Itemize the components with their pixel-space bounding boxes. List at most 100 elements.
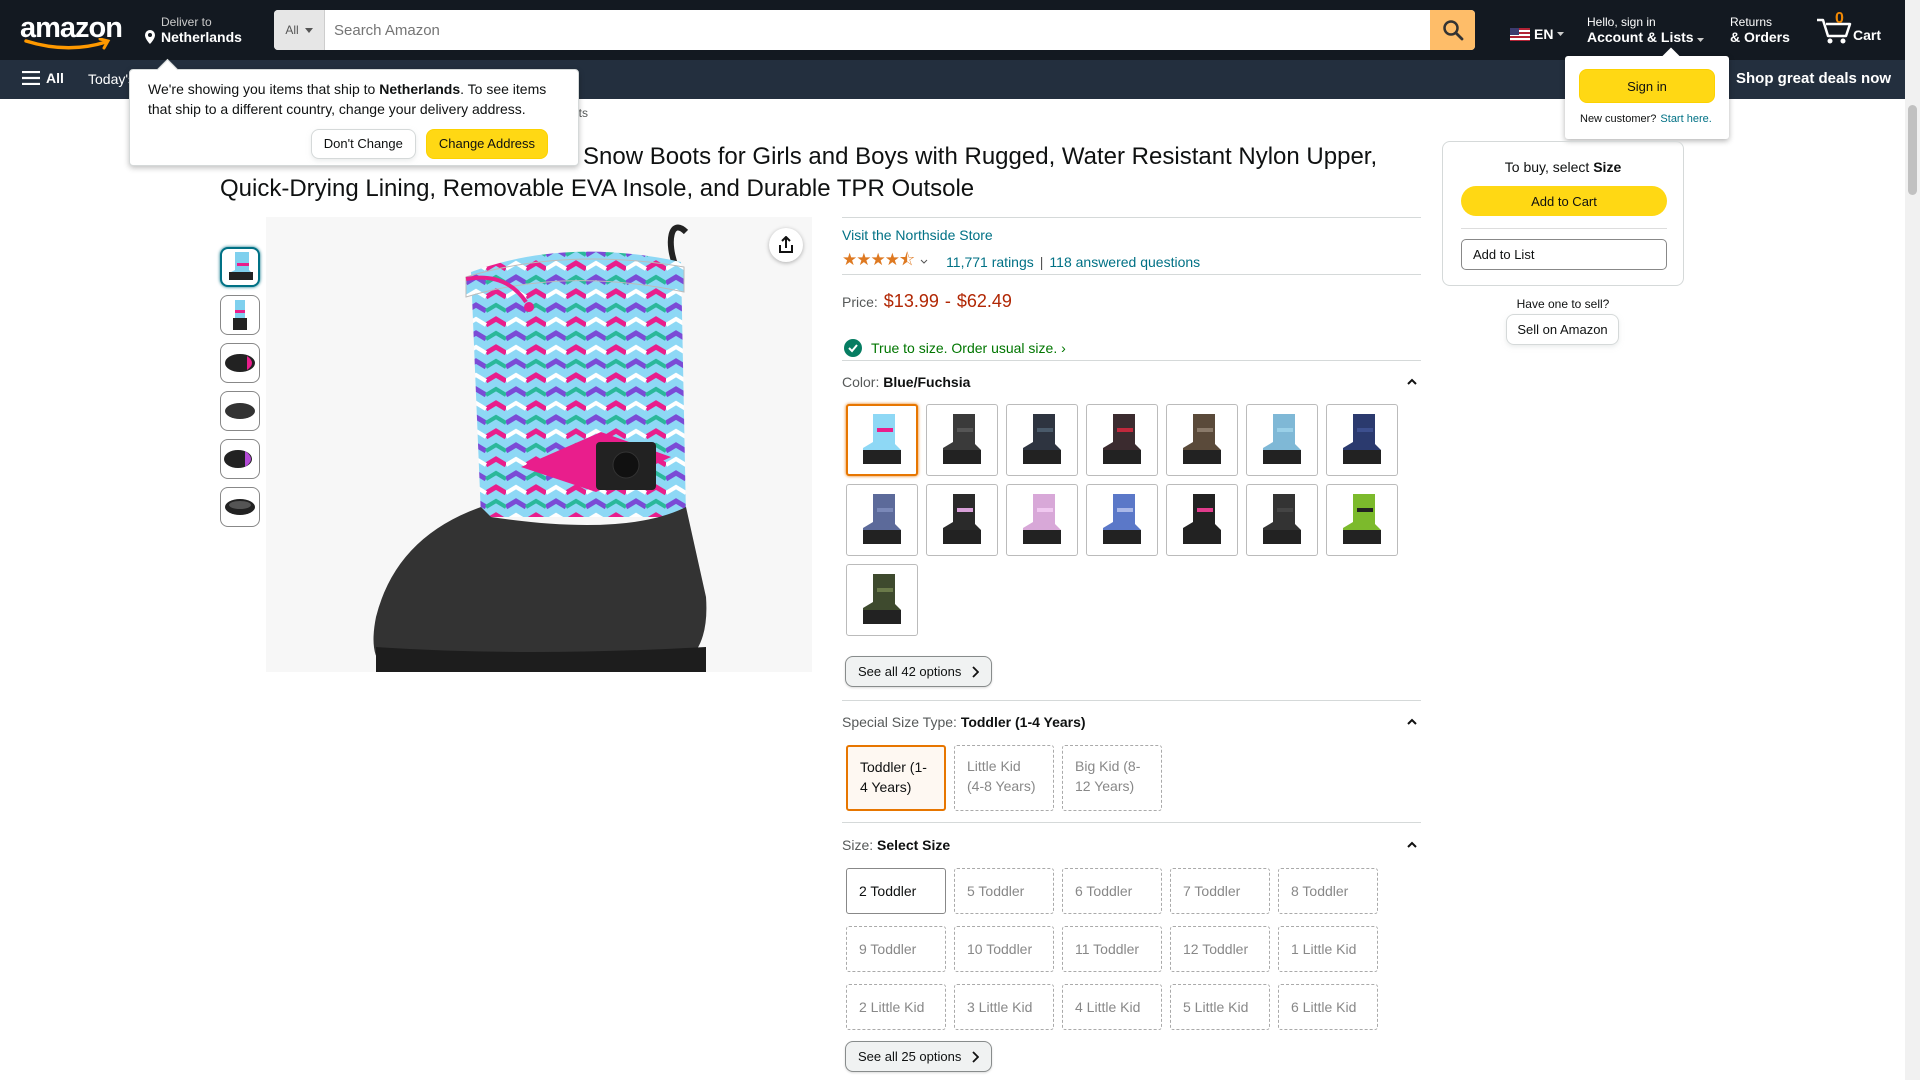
fit-recommendation[interactable]: True to size. Order usual size. ›: [844, 339, 1066, 357]
size-option[interactable]: 8 Toddler: [1278, 868, 1378, 914]
thumbnail-2[interactable]: [220, 295, 260, 335]
color-swatches: [846, 404, 1398, 636]
color-swatch[interactable]: [1326, 404, 1398, 476]
size-option[interactable]: 4 Little Kid: [1062, 984, 1162, 1030]
boot-thumbnail-icon: [229, 252, 253, 280]
boot-swatch-icon: [1183, 414, 1221, 464]
color-swatch[interactable]: [846, 484, 918, 556]
color-swatch[interactable]: [1086, 404, 1158, 476]
caret-down-icon: [304, 27, 313, 33]
thumbnail-6[interactable]: [220, 487, 260, 527]
size-option[interactable]: 9 Toddler: [846, 926, 946, 972]
size-option[interactable]: 3 Little Kid: [954, 984, 1054, 1030]
cart-button[interactable]: 0 Cart: [1815, 10, 1885, 50]
returns-label: Returns: [1730, 15, 1773, 29]
chevron-up-icon[interactable]: [1407, 377, 1417, 387]
orders-label: & Orders: [1730, 29, 1790, 45]
color-label-text: Color:: [842, 374, 884, 390]
divider: [842, 360, 1421, 361]
thumbnail-3[interactable]: [220, 343, 260, 383]
boot-thumbnail-icon: [233, 300, 247, 330]
color-swatch[interactable]: [926, 484, 998, 556]
size-option[interactable]: 2 Toddler: [846, 868, 946, 914]
shop-deals-link[interactable]: Shop great deals now: [1736, 70, 1891, 87]
dont-change-button[interactable]: Don't Change: [310, 129, 416, 159]
top-nav: amazon Deliver to Netherlands All EN Hel…: [0, 0, 1920, 60]
boot-swatch-icon: [863, 574, 901, 624]
add-to-cart-button[interactable]: Add to Cart: [1461, 186, 1667, 216]
size-option[interactable]: 10 Toddler: [954, 926, 1054, 972]
amazon-logo[interactable]: amazon: [20, 12, 123, 50]
deliver-to[interactable]: Deliver to Netherlands: [141, 15, 242, 45]
account-lists[interactable]: Hello, sign in Account & Lists: [1587, 15, 1705, 45]
color-swatch[interactable]: [1006, 484, 1078, 556]
signin-popover: Sign in New customer? Start here.: [1565, 56, 1729, 139]
star-rating-icon[interactable]: ★★★★⯪: [842, 247, 915, 276]
color-swatch[interactable]: [1006, 404, 1078, 476]
main-product-image[interactable]: [266, 217, 812, 672]
chevron-right-icon: [972, 1050, 980, 1063]
size-see-all-button[interactable]: See all 25 options: [845, 1041, 993, 1072]
chevron-up-icon[interactable]: [1407, 717, 1417, 727]
add-to-list-button[interactable]: Add to List: [1461, 239, 1667, 270]
color-value: Blue/Fuchsia: [883, 374, 971, 390]
store-link[interactable]: Visit the Northside Store: [842, 227, 993, 243]
all-menu-label: All: [46, 70, 64, 86]
todays-deals-link[interactable]: Today's: [88, 71, 135, 87]
scrollbar-thumb[interactable]: [1908, 105, 1917, 195]
color-swatch[interactable]: [1086, 484, 1158, 556]
divider: [842, 274, 1421, 275]
boot-swatch-icon: [1103, 414, 1141, 464]
boot-swatch-icon: [863, 414, 901, 464]
color-swatch[interactable]: [1326, 484, 1398, 556]
thumbnail-4[interactable]: [220, 391, 260, 431]
returns-orders[interactable]: Returns & Orders: [1730, 15, 1790, 45]
color-swatch[interactable]: [1246, 484, 1318, 556]
ratings-link[interactable]: 11,771 ratings: [946, 254, 1034, 270]
ship-msg-before: We're showing you items that ship to: [148, 81, 380, 97]
language-selector[interactable]: EN: [1510, 26, 1565, 42]
thumbnail-1[interactable]: [220, 247, 260, 287]
color-see-all-button[interactable]: See all 42 options: [845, 656, 993, 687]
start-here-link[interactable]: Start here.: [1660, 113, 1711, 125]
change-address-button[interactable]: Change Address: [425, 129, 548, 159]
special-size-option[interactable]: Big Kid (8-12 Years): [1062, 745, 1162, 811]
product-title-line2: Quick-Drying Lining, Removable EVA Insol…: [220, 175, 975, 202]
color-swatch[interactable]: [1166, 484, 1238, 556]
answered-questions-link[interactable]: 118 answered questions: [1049, 254, 1200, 270]
share-button[interactable]: [769, 228, 803, 262]
signin-button[interactable]: Sign in: [1579, 69, 1715, 103]
sell-on-amazon-button[interactable]: Sell on Amazon: [1506, 314, 1619, 345]
search-dept-select[interactable]: All: [274, 10, 325, 50]
chevron-up-icon[interactable]: [1407, 840, 1417, 850]
size-option[interactable]: 7 Toddler: [1170, 868, 1270, 914]
color-swatch[interactable]: [846, 404, 918, 476]
size-option[interactable]: 6 Little Kid: [1278, 984, 1378, 1030]
price-separator: -: [944, 291, 951, 311]
size-option[interactable]: 2 Little Kid: [846, 984, 946, 1030]
size-option[interactable]: 6 Toddler: [1062, 868, 1162, 914]
color-swatch[interactable]: [1246, 404, 1318, 476]
color-swatch[interactable]: [1166, 404, 1238, 476]
special-size-option[interactable]: Little Kid (4-8 Years): [954, 745, 1054, 811]
search-input[interactable]: [325, 10, 1430, 50]
chevron-down-icon[interactable]: [920, 259, 928, 264]
account-greeting: Hello, sign in: [1587, 15, 1656, 29]
size-option[interactable]: 12 Toddler: [1170, 926, 1270, 972]
color-swatch[interactable]: [926, 404, 998, 476]
search-button[interactable]: [1430, 10, 1475, 50]
boot-swatch-icon: [1103, 494, 1141, 544]
size-option[interactable]: 1 Little Kid: [1278, 926, 1378, 972]
page-scrollbar[interactable]: [1905, 0, 1920, 1080]
product-title-line1: Snow Boots for Girls and Boys with Rugge…: [583, 143, 1378, 170]
special-size-option[interactable]: Toddler (1-4 Years): [846, 745, 946, 811]
color-swatch[interactable]: [846, 564, 918, 636]
account-lists-label-row: Account & Lists: [1587, 29, 1705, 45]
size-option[interactable]: 5 Toddler: [954, 868, 1054, 914]
size-option[interactable]: 5 Little Kid: [1170, 984, 1270, 1030]
new-customer-text: New customer? Start here.: [1580, 113, 1712, 125]
us-flag-icon: [1510, 27, 1530, 41]
thumbnail-5[interactable]: [220, 439, 260, 479]
size-option[interactable]: 11 Toddler: [1062, 926, 1162, 972]
all-menu-button[interactable]: All: [22, 70, 64, 86]
